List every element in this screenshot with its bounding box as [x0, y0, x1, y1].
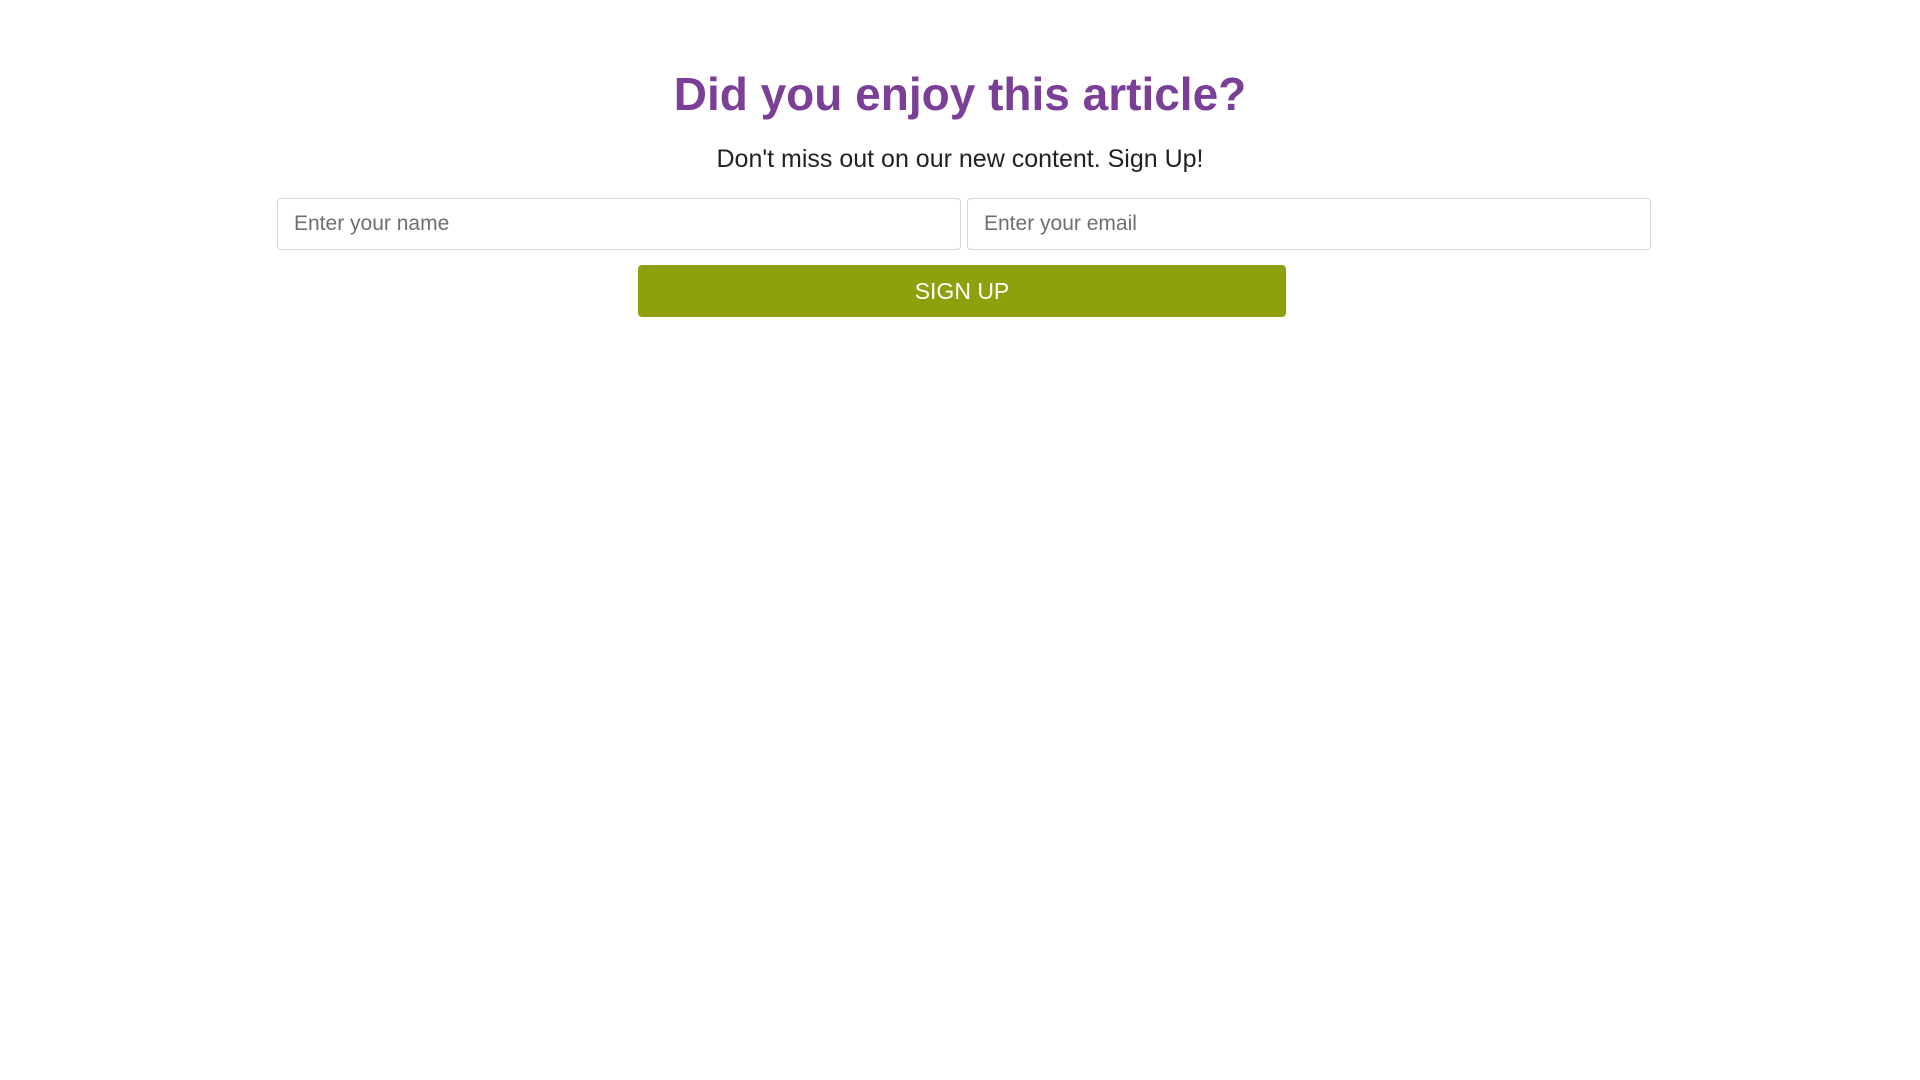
signup-subtitle: Don't miss out on our new content. Sign … [716, 145, 1204, 173]
email-input[interactable] [967, 198, 1651, 250]
signup-section: Did you enjoy this article? Don't miss o… [0, 0, 1920, 1080]
name-input[interactable] [277, 198, 961, 250]
sign-up-button[interactable]: SIGN UP [638, 265, 1286, 317]
signup-title: Did you enjoy this article? [673, 68, 1247, 120]
